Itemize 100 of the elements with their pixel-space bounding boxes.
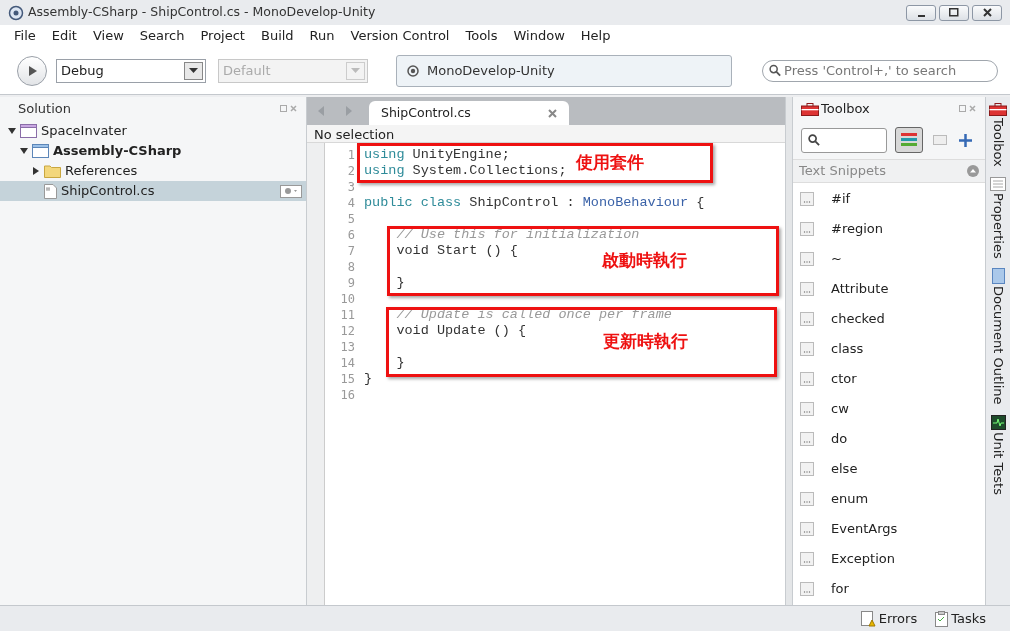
tree-item[interactable]: References xyxy=(0,161,306,181)
toolbox-search-field[interactable] xyxy=(801,127,887,153)
line-number: 5 xyxy=(346,211,356,228)
annotation-label: 更新時執行 xyxy=(603,330,688,354)
breadcrumb: No selection xyxy=(314,126,395,144)
snippet-item[interactable]: #if xyxy=(793,184,985,214)
minimize-icon xyxy=(917,14,925,17)
snippet-item[interactable]: #region xyxy=(793,214,985,244)
snippet-icon xyxy=(800,372,814,386)
expanded-arrow-icon xyxy=(20,147,28,155)
snippet-item[interactable]: cw xyxy=(793,394,985,424)
line-number: 6 xyxy=(346,227,356,244)
snippet-item[interactable]: checked xyxy=(793,304,985,334)
line-number: 1 xyxy=(346,147,356,164)
menu-item[interactable]: Window xyxy=(505,26,573,46)
caret-icon xyxy=(189,67,198,74)
code-line: using UnityEngine; xyxy=(364,145,510,164)
line-number: 11 xyxy=(339,307,356,324)
snippet-icon xyxy=(800,222,814,236)
snippet-item[interactable]: Attribute xyxy=(793,274,985,304)
close-icon xyxy=(548,108,557,118)
snippet-icon xyxy=(800,282,814,296)
menu-item[interactable]: Version Control xyxy=(342,26,458,46)
snippet-item[interactable]: ~ xyxy=(793,244,985,274)
snippet-item[interactable]: class xyxy=(793,334,985,364)
side-tab[interactable]: Properties xyxy=(988,176,1008,259)
status-bar-button[interactable]: Tasks xyxy=(935,608,986,629)
snippet-item[interactable]: do xyxy=(793,424,985,454)
folder-icon xyxy=(44,164,61,178)
menu-item[interactable]: File xyxy=(6,26,44,46)
menu-item[interactable]: Build xyxy=(252,26,302,46)
app-logo-icon xyxy=(8,4,24,21)
snippet-icon xyxy=(800,492,814,506)
collapse-icon xyxy=(967,165,979,177)
snippet-icon xyxy=(800,342,814,356)
document-tab[interactable]: ShipControl.cs xyxy=(369,101,569,125)
side-tab[interactable]: Toolbox xyxy=(988,103,1008,167)
back-arrow-icon xyxy=(317,106,325,116)
close-button[interactable] xyxy=(972,4,1002,21)
tree-item[interactable]: ShipControl.cs xyxy=(0,181,306,201)
options-button[interactable] xyxy=(280,184,302,198)
code-line: } xyxy=(395,273,405,292)
clipboard-icon xyxy=(935,610,949,627)
code-line: } xyxy=(395,353,405,372)
side-tab[interactable]: Document Outline xyxy=(988,268,1008,405)
category-view-button[interactable] xyxy=(895,127,923,153)
document-icon xyxy=(991,268,1005,285)
line-number: 10 xyxy=(339,291,356,308)
solution-icon xyxy=(20,124,37,138)
tree-item[interactable]: SpaceInvater xyxy=(0,121,306,141)
snippet-item[interactable]: for xyxy=(793,574,985,604)
menu-item[interactable]: Edit xyxy=(43,26,85,46)
annotation-label: 使用套件 xyxy=(576,151,644,175)
search-field[interactable]: Press 'Control+,' to search xyxy=(762,59,998,82)
snippet-icon xyxy=(800,432,814,446)
play-icon xyxy=(26,64,38,77)
tree-item[interactable]: Assembly-CSharp xyxy=(0,141,306,161)
snippet-item[interactable]: Exception xyxy=(793,544,985,574)
code-line: void Start () { xyxy=(395,241,518,260)
snippet-item[interactable]: else xyxy=(793,454,985,484)
line-number: 8 xyxy=(346,259,356,276)
add-button[interactable] xyxy=(957,132,973,148)
menu-item[interactable]: Help xyxy=(572,26,619,46)
snippet-item[interactable]: enum xyxy=(793,484,985,514)
toolbox-icon xyxy=(989,103,1007,116)
run-button[interactable] xyxy=(17,55,47,86)
snippet-icon xyxy=(800,552,814,566)
menu-item[interactable]: Search xyxy=(131,26,193,46)
line-number: 4 xyxy=(346,195,356,212)
line-number: 12 xyxy=(339,323,356,340)
search-icon xyxy=(808,134,820,146)
minimize-button[interactable] xyxy=(906,4,936,21)
code-line: using System.Collections; xyxy=(364,161,567,180)
configuration-dropdown[interactable]: Debug xyxy=(56,58,206,83)
status-bar-button[interactable]: Errors xyxy=(860,608,918,629)
snippet-icon xyxy=(800,522,814,536)
status-text: MonoDevelop-Unity xyxy=(427,61,555,80)
forward-arrow-icon xyxy=(345,106,353,116)
category-list-icon xyxy=(901,133,917,147)
menu-item[interactable]: View xyxy=(84,26,132,46)
dock-close-icon xyxy=(959,105,977,113)
menu-item[interactable]: Run xyxy=(301,26,343,46)
snippet-icon xyxy=(800,312,814,326)
menu-item[interactable]: Tools xyxy=(457,26,506,46)
line-number: 2 xyxy=(346,163,356,180)
snippet-item[interactable]: ctor xyxy=(793,364,985,394)
caret-icon xyxy=(351,67,360,74)
code-line: public class ShipControl : MonoBehaviour { xyxy=(364,193,705,212)
side-tab[interactable]: Unit Tests xyxy=(988,414,1008,495)
list-icon xyxy=(933,135,947,145)
file-icon xyxy=(44,183,57,199)
snippet-item[interactable]: EventArgs xyxy=(793,514,985,544)
line-number: 15 xyxy=(339,371,356,388)
snippet-icon xyxy=(800,252,814,266)
monitor-icon xyxy=(990,414,1006,430)
maximize-button[interactable] xyxy=(939,4,969,21)
panel-title: Solution xyxy=(18,100,71,119)
menu-item[interactable]: Project xyxy=(192,26,253,46)
snippet-icon xyxy=(800,192,814,206)
line-number: 7 xyxy=(346,243,356,260)
